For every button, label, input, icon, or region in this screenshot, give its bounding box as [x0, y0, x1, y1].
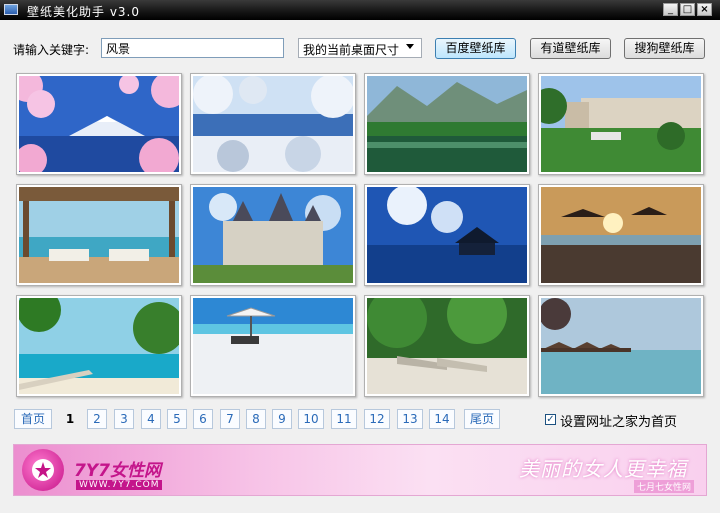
page-4-button[interactable]: 4 — [141, 409, 161, 429]
wallpaper-thumbnail[interactable] — [364, 184, 530, 286]
size-select[interactable]: 我的当前桌面尺寸 — [298, 38, 422, 58]
wallpaper-thumbnail[interactable] — [190, 184, 356, 286]
youdao-wallpaper-button[interactable]: 有道壁纸库 — [530, 38, 611, 59]
wallpaper-thumbnail[interactable] — [190, 295, 356, 397]
white-beach-umbrella-image — [193, 298, 353, 394]
sogou-wallpaper-button[interactable]: 搜狗壁纸库 — [624, 38, 705, 59]
page-14-button[interactable]: 14 — [429, 409, 455, 429]
keyword-input[interactable] — [101, 38, 284, 58]
ad-banner[interactable]: 7Y7女性网 WWW.7Y7.COM 美丽的女人更幸福 七月七女性网 — [13, 444, 707, 496]
page-3-button[interactable]: 3 — [114, 409, 134, 429]
wallpaper-thumbnail[interactable] — [538, 73, 704, 175]
page-6-button[interactable]: 6 — [193, 409, 213, 429]
page-12-button[interactable]: 12 — [364, 409, 390, 429]
wallpaper-thumbnail[interactable] — [538, 295, 704, 397]
wallpaper-thumbnail[interactable] — [364, 73, 530, 175]
homepage-checkbox-label[interactable]: 设置网址之家为首页 — [560, 411, 677, 430]
last-page-button[interactable]: 尾页 — [464, 409, 500, 429]
wallpaper-grid — [16, 73, 704, 400]
banner-slogan-sub: 七月七女性网 — [634, 480, 695, 493]
page-13-button[interactable]: 13 — [397, 409, 423, 429]
page-7-button[interactable]: 7 — [220, 409, 240, 429]
page-9-button[interactable]: 9 — [272, 409, 292, 429]
wallpaper-thumbnail[interactable] — [364, 295, 530, 397]
main-panel: 请输入关键字: 我的当前桌面尺寸 百度壁纸库 有道壁纸库 搜狗壁纸库 — [0, 20, 720, 513]
beach-sunset-umbrellas-image — [541, 187, 701, 283]
page-8-button[interactable]: 8 — [246, 409, 266, 429]
page-5-button[interactable]: 5 — [167, 409, 187, 429]
page-2-button[interactable]: 2 — [87, 409, 107, 429]
wallpaper-thumbnail[interactable] — [16, 295, 182, 397]
homepage-checkbox[interactable]: ✓ — [545, 414, 556, 425]
mount-fuji-cherry-blossom-image — [19, 76, 179, 172]
keyword-label: 请输入关键字: — [13, 43, 90, 57]
ocean-hut-blue-sky-image — [367, 187, 527, 283]
first-page-button[interactable]: 首页 — [14, 409, 52, 429]
wallpaper-thumbnail[interactable] — [538, 184, 704, 286]
brand-logo-text: 7Y7女性网 — [74, 461, 161, 481]
baidu-wallpaper-button[interactable]: 百度壁纸库 — [435, 38, 516, 59]
chevron-down-icon — [406, 44, 414, 49]
monitor-icon — [4, 4, 18, 15]
size-select-value: 我的当前桌面尺寸 — [303, 43, 400, 57]
lounge-chairs-trees-image — [367, 298, 527, 394]
logo-icon — [22, 449, 64, 491]
page-10-button[interactable]: 10 — [298, 409, 324, 429]
minimize-button[interactable]: _ — [663, 3, 678, 16]
green-lake-mountains-image — [367, 76, 527, 172]
page-11-button[interactable]: 11 — [331, 409, 357, 429]
window-title: 壁纸美化助手 v3.0 — [27, 5, 141, 19]
wallpaper-thumbnail[interactable] — [190, 73, 356, 175]
water-bungalows-image — [541, 298, 701, 394]
banner-slogan: 美丽的女人更幸福 — [519, 457, 687, 481]
maximize-button[interactable]: □ — [680, 3, 695, 16]
tropical-beach-pier-image — [19, 298, 179, 394]
title-bar: 壁纸美化助手 v3.0 _ □ × — [0, 0, 720, 20]
close-button[interactable]: × — [697, 3, 712, 16]
wallpaper-thumbnail[interactable] — [16, 184, 182, 286]
palace-garden-image — [541, 76, 701, 172]
castle-image — [193, 187, 353, 283]
snowy-lake-trees-image — [193, 76, 353, 172]
brand-url: WWW.7Y7.COM — [76, 480, 163, 490]
page-1-current[interactable]: 1 — [60, 409, 80, 429]
wallpaper-thumbnail[interactable] — [16, 73, 182, 175]
beach-gazebo-image — [19, 187, 179, 283]
